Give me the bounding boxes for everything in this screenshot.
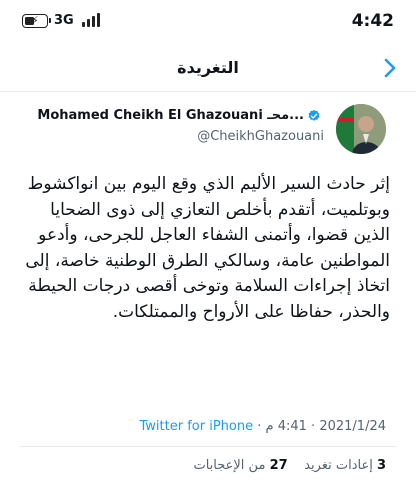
signal-icon [82, 13, 100, 27]
avatar[interactable] [336, 104, 386, 154]
tweet-date: 2021/1/24 [319, 419, 386, 434]
author-handle[interactable]: @CheikhGhazouani [197, 128, 324, 146]
meta-separator: · [311, 419, 316, 434]
author-name[interactable]: Mohamed Cheikh El Ghazouani محـ... [37, 107, 324, 125]
divider [20, 446, 396, 447]
network-type: 3G [54, 13, 74, 28]
likes-stat[interactable]: 27 من الإعجابات [193, 458, 287, 473]
likes-count: 27 [269, 458, 288, 473]
tweet-time: 4:41 م [265, 419, 307, 434]
chevron-icon [384, 58, 396, 78]
page-title: التغريدة [177, 58, 239, 77]
retweets-label: إعادات تغريد [304, 458, 373, 473]
retweets-stat[interactable]: 3 إعادات تغريد [300, 458, 386, 473]
tweet-text: إثر حادث السير الأليم الذي وقع اليوم بين… [25, 174, 390, 322]
tweet-stats: 3 إعادات تغريد 27 من الإعجابات [193, 456, 386, 476]
nav-header: التغريدة [0, 44, 416, 92]
meta-separator: · [257, 419, 262, 434]
tweet-author[interactable]: Mohamed Cheikh El Ghazouani محـ... @Chei… [0, 100, 416, 156]
verified-badge-icon [308, 109, 320, 121]
author-name-text: Mohamed Cheikh El Ghazouani محـ... [37, 108, 304, 123]
status-time: 4:42 [351, 11, 394, 31]
status-bar: ⚡ 3G 4:42 [0, 0, 416, 44]
tweet-source-link[interactable]: Twitter for iPhone [140, 419, 254, 434]
likes-label: من الإعجابات [193, 458, 266, 473]
retweets-count: 3 [376, 458, 386, 473]
back-button[interactable] [376, 54, 404, 82]
tweet-meta: Twitter for iPhone · 4:41 م · 2021/1/24 [0, 417, 416, 439]
battery-charging-icon: ⚡ [22, 14, 51, 28]
